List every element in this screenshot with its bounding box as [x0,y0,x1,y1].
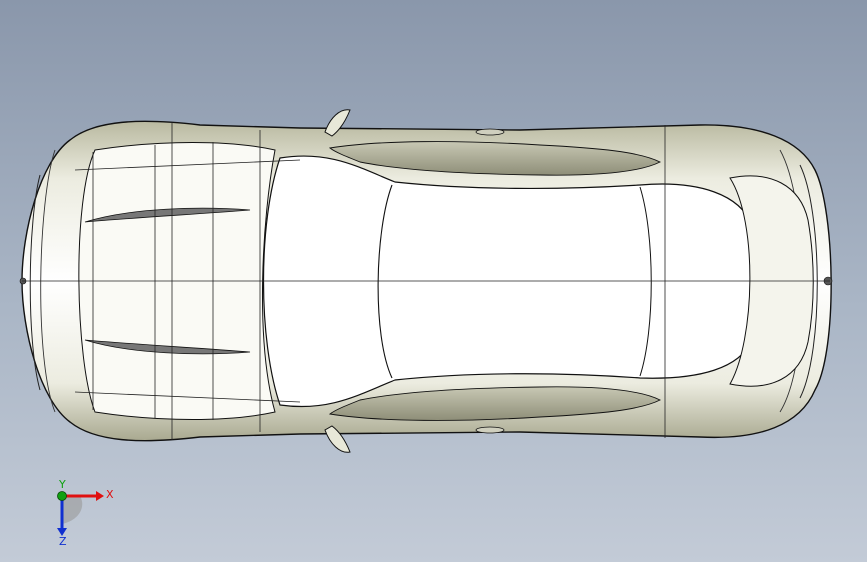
z-axis-label: Z [59,535,67,546]
y-axis-label: Y [58,478,66,491]
graphics-viewport[interactable]: X Y Z [0,0,867,562]
door-handle-top [475,128,505,136]
coordinate-triad: X Y Z [57,478,114,546]
y-axis-dot [57,491,67,501]
x-axis-label: X [106,488,114,501]
door-handle-bottom [475,426,505,434]
triad-shadow [62,496,83,524]
car-model-top-view[interactable] [0,0,867,562]
